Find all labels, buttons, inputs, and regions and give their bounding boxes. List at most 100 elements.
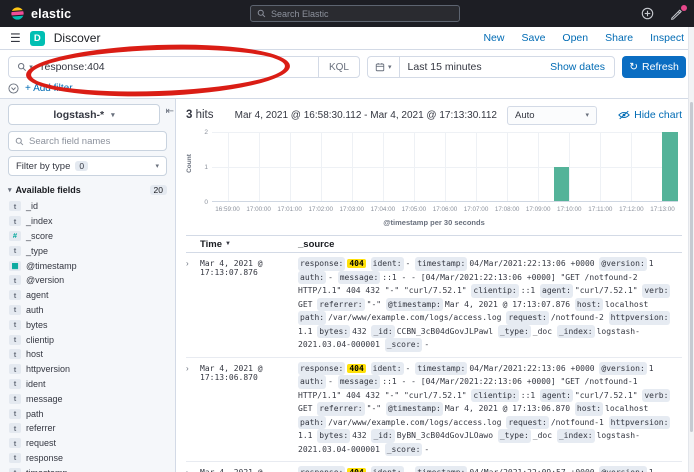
content: ⇤ logstash-* ▾ Filter by type 0 ▾ ▾ Avai… [0, 98, 694, 472]
type-filter-count: 0 [75, 161, 88, 171]
field-key-badge: _id: [371, 429, 394, 443]
time-range-display: Mar 4, 2021 @ 16:58:30.112 - Mar 4, 2021… [235, 110, 497, 121]
field-item-@version[interactable]: t@version [8, 273, 167, 288]
toolbar-actions: New Save Open Share Inspect [483, 32, 684, 44]
chevron-down-icon: ▾ [8, 186, 12, 194]
scrollbar[interactable] [688, 27, 694, 472]
field-item-clientip[interactable]: tclientip [8, 332, 167, 347]
index-pattern-select[interactable]: logstash-* ▾ [8, 104, 160, 125]
x-tick-label: 17:01:00 [277, 206, 302, 213]
query-language-button[interactable]: KQL [318, 57, 359, 77]
inspect-button[interactable]: Inspect [650, 32, 684, 44]
field-name: clientip [26, 335, 54, 345]
field-key-badge: @version: [599, 362, 646, 376]
chevron-down-icon: ▾ [585, 111, 589, 119]
field-key-badge: _id: [371, 325, 394, 339]
time-column-header[interactable]: Time ▼ [186, 239, 298, 250]
field-key-badge: ident: [371, 466, 404, 472]
field-key-badge: response: [298, 466, 345, 472]
string-field-icon: t [9, 438, 21, 448]
field-search-input[interactable] [29, 136, 160, 147]
field-key-badge: @timestamp: [386, 298, 443, 312]
user-menu-icon[interactable] [670, 7, 684, 21]
field-item-agent[interactable]: tagent [8, 288, 167, 303]
help-icon[interactable] [641, 7, 655, 21]
share-button[interactable]: Share [605, 32, 633, 44]
chevron-down-icon: ▾ [111, 111, 115, 119]
hide-chart-button[interactable]: Hide chart [618, 109, 682, 121]
global-search-input[interactable] [271, 9, 453, 19]
documents-table: Time ▼ _source ›Mar 4, 2021 @ 17:13:07.8… [186, 235, 682, 472]
field-item-_index[interactable]: t_index [8, 214, 167, 229]
header-icons [641, 7, 684, 21]
x-tick-label: 17:03:00 [340, 206, 365, 213]
field-name: referrer [26, 423, 56, 433]
field-item-timestamp[interactable]: ttimestamp [8, 465, 167, 472]
query-history-icon[interactable]: ▾ [9, 62, 41, 72]
field-key-badge: referrer: [317, 298, 364, 312]
add-filter-button[interactable]: + Add filter [25, 83, 73, 94]
field-key-badge: clientip: [471, 389, 518, 403]
elastic-brand[interactable]: elastic [10, 6, 71, 21]
refresh-button[interactable]: ↻ Refresh [622, 56, 686, 78]
collapse-sidebar-icon[interactable]: ⇤ [166, 106, 174, 117]
field-key-badge: clientip: [471, 284, 518, 298]
source-column-header: _source [298, 239, 682, 250]
available-fields-header[interactable]: ▾ Available fields 20 [8, 185, 167, 195]
expand-row-icon[interactable]: › [186, 362, 200, 457]
field-key-badge: ident: [371, 362, 404, 376]
plot-area[interactable] [212, 132, 678, 202]
string-field-icon: t [9, 394, 21, 404]
field-item-bytes[interactable]: tbytes [8, 317, 167, 332]
show-dates-button[interactable]: Show dates [541, 61, 614, 73]
field-item-referrer[interactable]: treferrer [8, 421, 167, 436]
scrollbar-thumb[interactable] [690, 102, 693, 432]
filter-icon[interactable] [8, 83, 19, 94]
field-item-@timestamp[interactable]: ▦@timestamp [8, 258, 167, 273]
new-button[interactable]: New [483, 32, 504, 44]
number-field-icon: # [9, 231, 21, 241]
field-item-httpversion[interactable]: thttpversion [8, 362, 167, 377]
field-list: t_idt_index#_scoret_type▦@timestampt@ver… [8, 199, 167, 472]
field-key-badge: agent: [540, 284, 573, 298]
field-item-_id[interactable]: t_id [8, 199, 167, 214]
field-key-badge: auth: [298, 271, 326, 285]
field-item-path[interactable]: tpath [8, 406, 167, 421]
field-item-host[interactable]: thost [8, 347, 167, 362]
brand-name: elastic [31, 7, 71, 21]
menu-icon[interactable]: ☰ [10, 32, 21, 44]
field-key-badge: agent: [540, 389, 573, 403]
x-tick-label: 17:06:00 [433, 206, 458, 213]
field-key-badge: path: [298, 416, 326, 430]
field-item-ident[interactable]: tident [8, 377, 167, 392]
save-button[interactable]: Save [521, 32, 545, 44]
expand-row-icon[interactable]: › [186, 257, 200, 352]
interval-select[interactable]: Auto ▾ [507, 106, 597, 125]
discover-app-badge[interactable]: D [30, 31, 45, 46]
highlighted-value: 404 [347, 468, 365, 472]
expand-row-icon[interactable]: › [186, 466, 200, 472]
quick-select-button[interactable]: ▾ [368, 57, 400, 77]
calendar-icon [375, 62, 385, 72]
histogram-bar[interactable] [554, 167, 570, 202]
filter-by-type[interactable]: Filter by type 0 ▾ [8, 156, 167, 176]
field-key-badge: message: [338, 375, 381, 389]
y-tick-label: 0 [196, 199, 208, 206]
field-item-_score[interactable]: #_score [8, 229, 167, 244]
field-key-badge: host: [575, 402, 603, 416]
field-item-_type[interactable]: t_type [8, 243, 167, 258]
global-search[interactable] [250, 5, 460, 22]
field-item-auth[interactable]: tauth [8, 303, 167, 318]
field-key-badge: @timestamp: [386, 402, 443, 416]
open-button[interactable]: Open [562, 32, 588, 44]
field-item-request[interactable]: trequest [8, 436, 167, 451]
field-item-message[interactable]: tmessage [8, 391, 167, 406]
time-range-value[interactable]: Last 15 minutes [400, 61, 542, 73]
field-name: httpversion [26, 364, 70, 374]
histogram-bar[interactable] [662, 132, 678, 201]
field-key-badge: path: [298, 311, 326, 325]
field-key-badge: response: [298, 362, 345, 376]
query-input[interactable] [41, 61, 318, 73]
string-field-icon: t [9, 349, 21, 359]
field-item-response[interactable]: tresponse [8, 451, 167, 466]
